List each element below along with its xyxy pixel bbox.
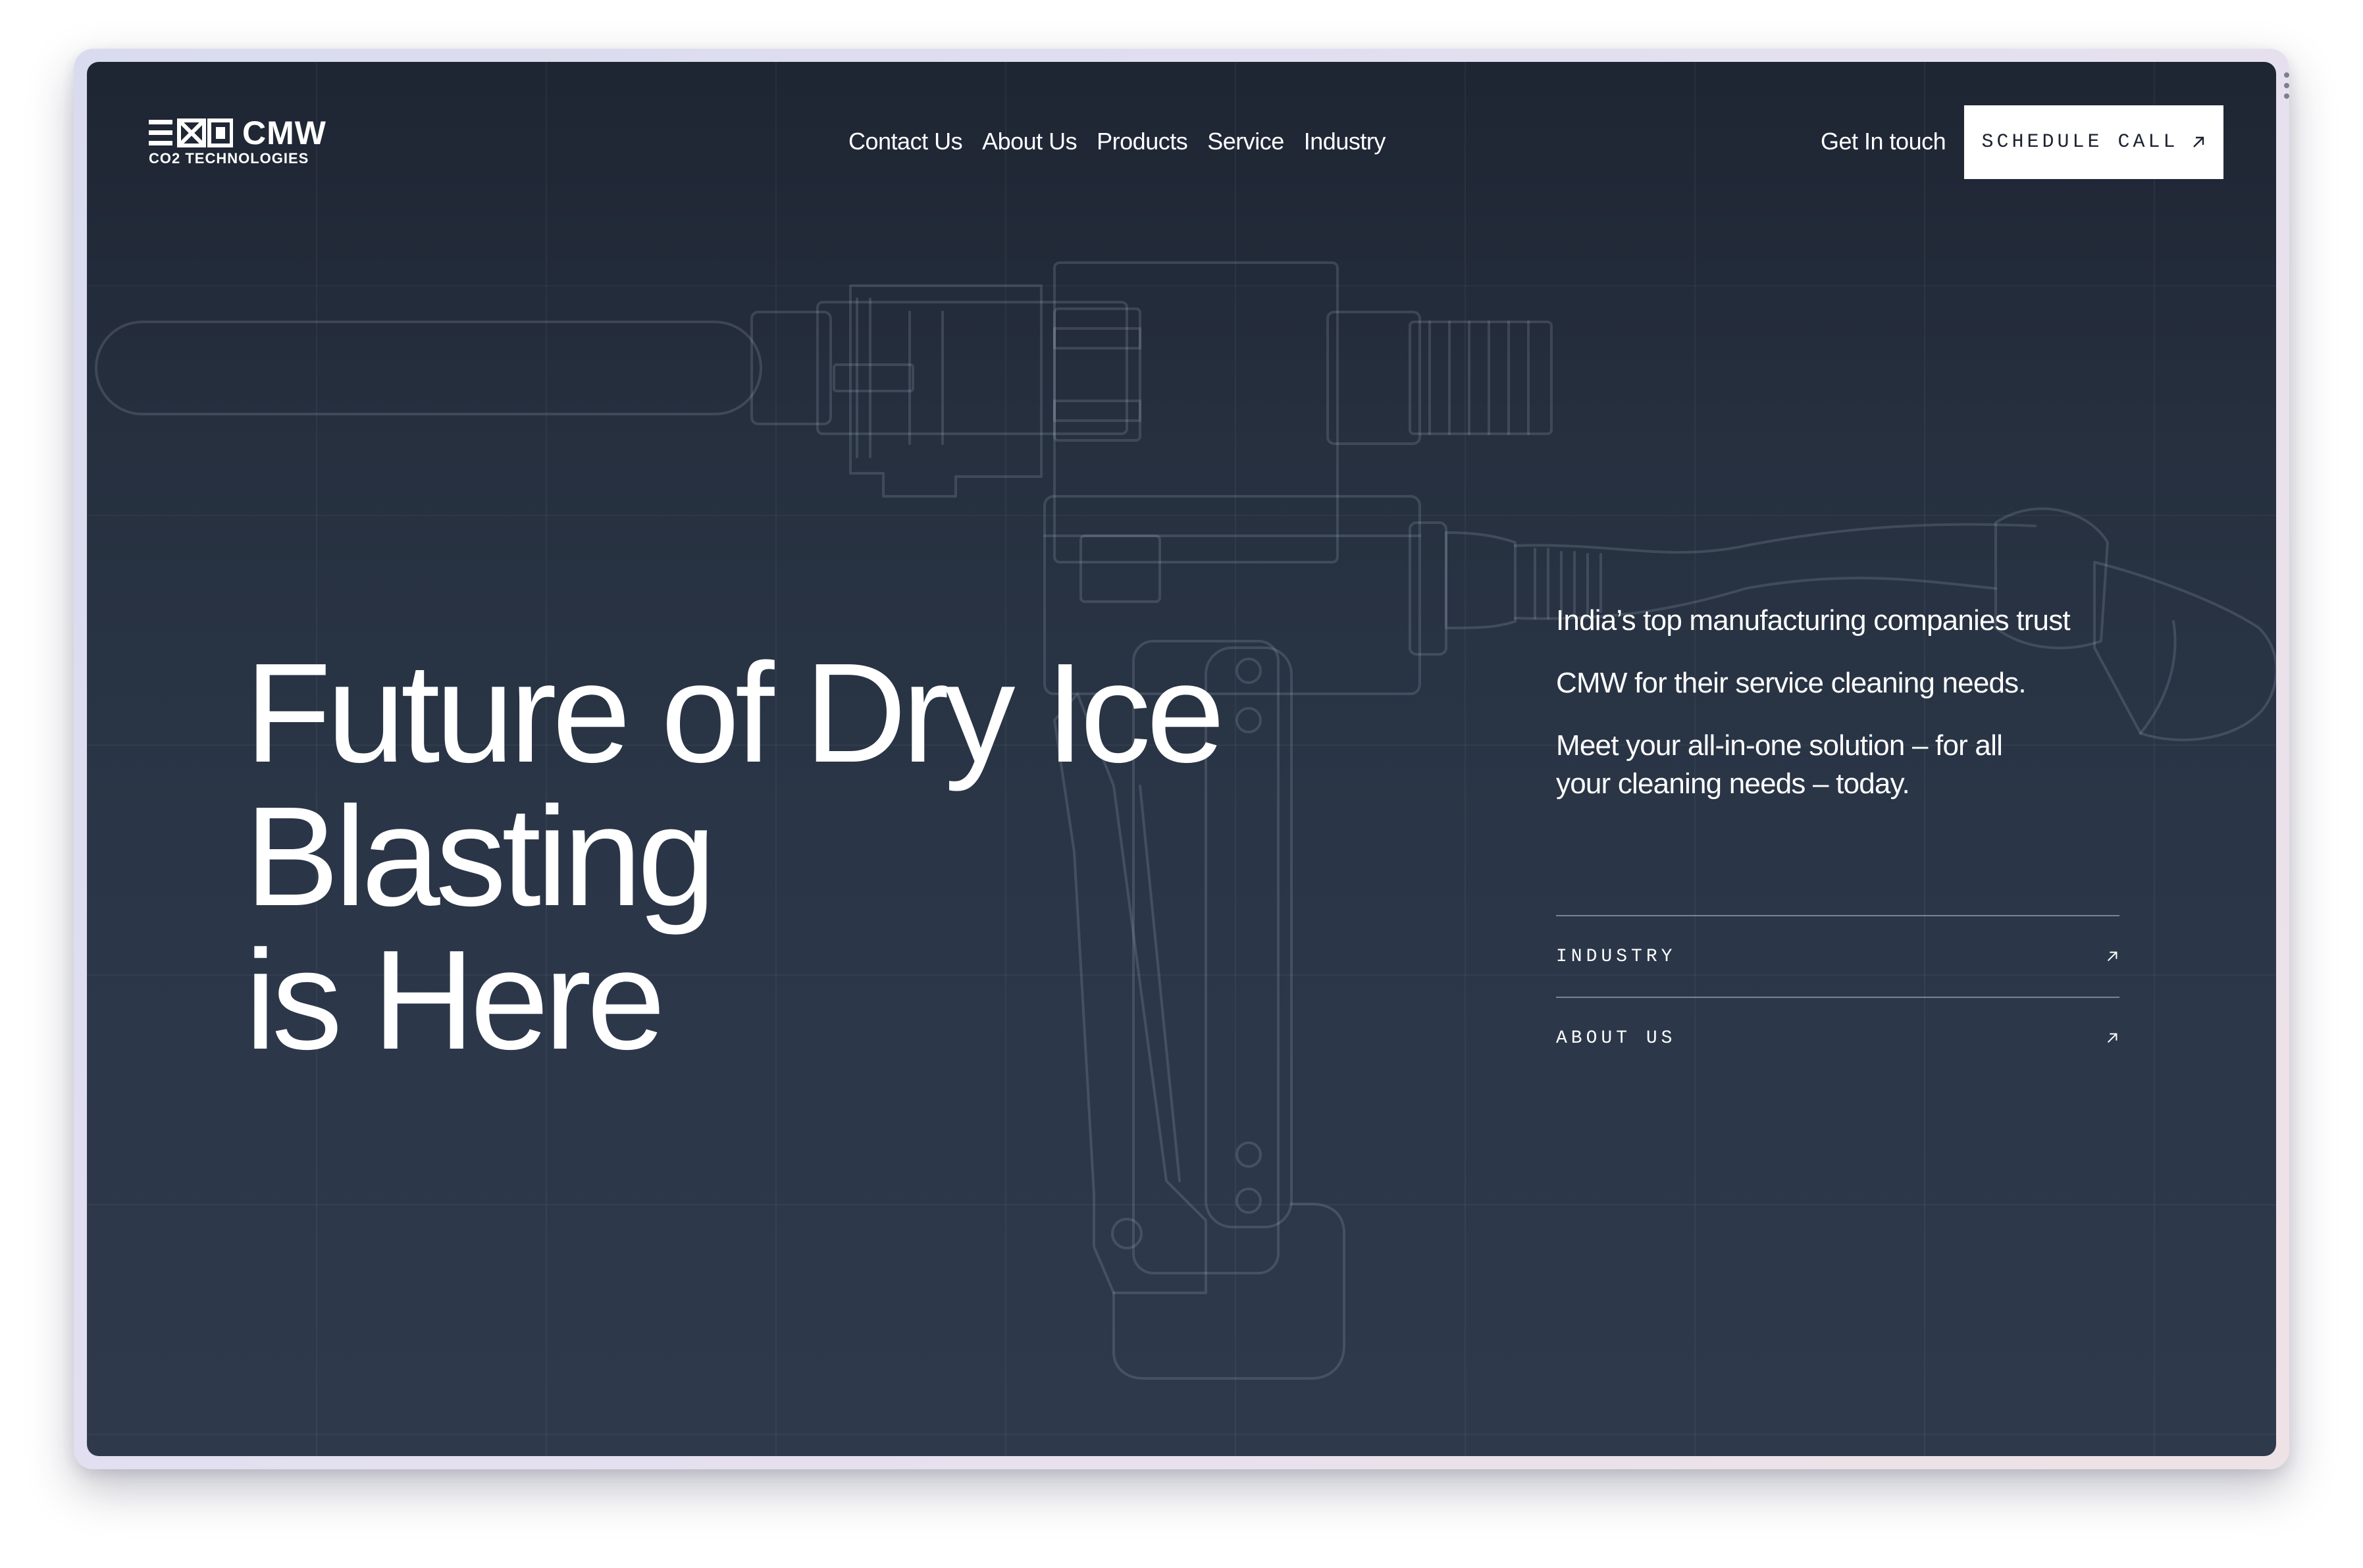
- about-us-link-label: ABOUT US: [1556, 1028, 1676, 1049]
- get-in-touch-link[interactable]: Get In touch: [1821, 128, 1946, 155]
- nav-item-about-us[interactable]: About Us: [982, 128, 1078, 155]
- brand-name: CMW: [242, 115, 326, 151]
- about-us-link[interactable]: ABOUT US: [1556, 997, 2119, 1078]
- brand-tagline: CO2 TECHNOLOGIES: [149, 150, 309, 167]
- hero-description: India’s top manufacturing companies trus…: [1556, 602, 2148, 803]
- description-paragraph-1: India’s top manufacturing companies trus…: [1556, 604, 2071, 637]
- hero-title-line-2: Blasting: [245, 777, 716, 935]
- arrow-up-right-icon: [2107, 951, 2117, 962]
- description-paragraph-2: CMW for their service cleaning needs.: [1556, 667, 2027, 699]
- nav-item-products[interactable]: Products: [1097, 128, 1188, 155]
- hero-title-line-3: is Here: [245, 920, 665, 1079]
- schedule-call-button[interactable]: SCHEDULE CALL: [1964, 105, 2223, 179]
- brand-logo[interactable]: CMW CO2 TECHNOLOGIES: [149, 115, 326, 167]
- arrow-up-right-icon: [2107, 1033, 2117, 1043]
- arrow-up-right-icon: [2193, 136, 2204, 147]
- industry-link[interactable]: INDUSTRY: [1556, 915, 2119, 997]
- hero-title-line-1: Future of Dry Ice: [245, 633, 1225, 792]
- industry-link-label: INDUSTRY: [1556, 946, 1676, 967]
- hero-title: Future of Dry Ice Blasting is Here: [245, 633, 1225, 1079]
- cmw-logo-icon: [149, 118, 233, 147]
- nav-item-service[interactable]: Service: [1207, 128, 1284, 155]
- hero-section: CMW CO2 TECHNOLOGIES Contact Us About Us…: [87, 62, 2276, 1456]
- quick-links: INDUSTRY ABOUT US: [1556, 915, 2119, 1078]
- more-options-icon[interactable]: [2283, 72, 2291, 99]
- description-paragraph-3: Meet your all-in-one solution – for all …: [1556, 729, 2003, 800]
- main-nav: Contact Us About Us Products Service Ind…: [848, 128, 1405, 155]
- nav-item-industry[interactable]: Industry: [1304, 128, 1386, 155]
- nav-item-contact-us[interactable]: Contact Us: [848, 128, 963, 155]
- schedule-call-label: SCHEDULE CALL: [1981, 131, 2179, 153]
